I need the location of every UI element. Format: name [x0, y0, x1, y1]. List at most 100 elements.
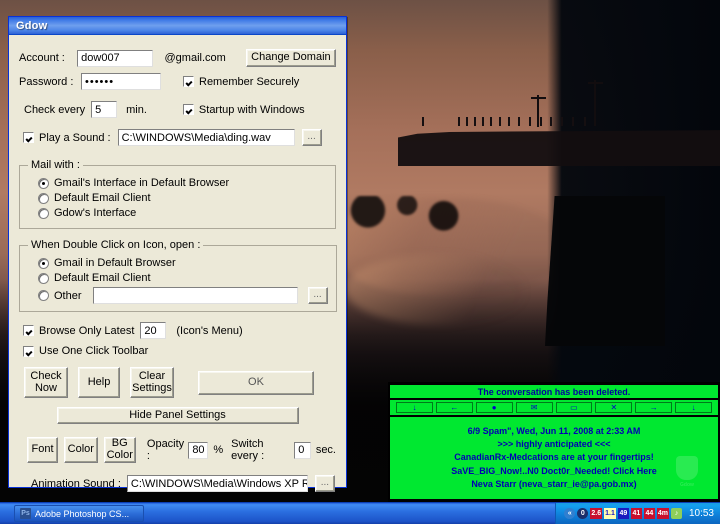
right-arrow-icon[interactable]: →	[635, 402, 672, 413]
tray-badge-5[interactable]: 44	[644, 508, 655, 519]
dialog-body: Account : dow007 @gmail.com Change Domai…	[9, 35, 346, 488]
radio-indicator[interactable]	[38, 258, 49, 269]
tray-badge-1[interactable]: 2.6	[590, 508, 602, 519]
windows-taskbar[interactable]: Ps Adobe Photoshop CS... « 0 2.6 1.1 49 …	[0, 502, 720, 524]
option-label: Gmail's Interface in Default Browser	[54, 177, 229, 189]
tray-badge-4[interactable]: 41	[631, 508, 642, 519]
browse-latest-label: Browse Only Latest	[39, 325, 134, 337]
password-input[interactable]: ••••••	[81, 73, 161, 90]
down-arrow-icon-2[interactable]: ↓	[675, 402, 712, 413]
switch-every-sec: sec.	[316, 444, 336, 456]
font-button[interactable]: Font	[27, 437, 58, 463]
remember-securely-label: Remember Securely	[199, 76, 299, 88]
taskbar-button-photoshop[interactable]: Ps Adobe Photoshop CS...	[14, 505, 144, 522]
photoshop-icon: Ps	[20, 508, 31, 519]
radio-gdow-interface[interactable]: Gdow's Interface	[38, 207, 327, 219]
clear-settings-button[interactable]: Clear Settings	[130, 367, 174, 398]
radio-other[interactable]: Other ...	[38, 287, 328, 304]
desktop-screen: Gdow Account : dow007 @gmail.com Change …	[0, 0, 720, 524]
network-icon[interactable]: «	[564, 508, 575, 519]
down-arrow-icon[interactable]: ↓	[396, 402, 433, 413]
pier-silhouette	[398, 120, 720, 166]
startup-with-windows-checkbox[interactable]	[183, 104, 194, 115]
panel-toolbar[interactable]: ↓ ← ● ✉ ▭ ✕ → ↓	[390, 400, 718, 415]
utility-pole-1	[537, 95, 539, 127]
one-click-toolbar-checkbox[interactable]	[23, 346, 34, 357]
system-tray[interactable]: « 0 2.6 1.1 49 41 44 4m ♪ 10:53	[555, 503, 720, 524]
play-sound-row: Play a Sound : C:\WINDOWS\Media\ding.wav…	[19, 129, 336, 146]
hide-panel-settings-button[interactable]: Hide Panel Settings	[57, 407, 299, 424]
rocks	[340, 196, 480, 232]
animation-sound-browse-button[interactable]: ...	[315, 475, 335, 492]
shield-icon	[676, 456, 698, 480]
play-sound-path-input[interactable]: C:\WINDOWS\Media\ding.wav	[118, 129, 295, 146]
bg-color-line2: Color	[107, 450, 133, 462]
tray-badge-2[interactable]: 1.1	[604, 508, 616, 519]
window-titlebar[interactable]: Gdow	[9, 17, 346, 35]
envelope-icon[interactable]: ✉	[516, 402, 553, 413]
browse-latest-input[interactable]: 20	[140, 322, 166, 339]
radio-indicator[interactable]	[38, 178, 49, 189]
check-every-label: Check every	[24, 104, 85, 116]
radio-indicator[interactable]	[38, 208, 49, 219]
left-arrow-icon[interactable]: ←	[436, 402, 473, 413]
option-label: Other	[54, 290, 82, 302]
radio-gmail-interface-browser[interactable]: Gmail's Interface in Default Browser	[38, 177, 327, 189]
radio-indicator[interactable]	[38, 290, 49, 301]
play-sound-browse-button[interactable]: ...	[302, 129, 322, 146]
clear-settings-line1: Clear	[139, 371, 165, 383]
gdow-window[interactable]: Gdow Account : dow007 @gmail.com Change …	[8, 16, 347, 488]
dashes-icon[interactable]: ▭	[556, 402, 593, 413]
one-click-toolbar-label: Use One Click Toolbar	[39, 345, 148, 357]
other-path-input[interactable]	[93, 287, 298, 304]
option-label: Gdow's Interface	[54, 207, 136, 219]
check-now-line1: Check	[30, 371, 61, 383]
tray-badge-3[interactable]: 49	[618, 508, 629, 519]
radio-indicator[interactable]	[38, 273, 49, 284]
radio-default-email-client-mailwith[interactable]: Default Email Client	[38, 192, 327, 204]
gdow-notification-panel[interactable]: The conversation has been deleted. ↓ ← ●…	[388, 382, 720, 502]
utility-pole-2	[594, 80, 596, 126]
switch-every-label: Switch every :	[231, 438, 290, 462]
remember-securely-checkbox[interactable]	[183, 76, 194, 87]
gdow-watermark-logo: Gdow	[670, 453, 704, 493]
startup-with-windows-label: Startup with Windows	[199, 104, 305, 116]
taskbar-clock[interactable]: 10:53	[689, 508, 714, 519]
account-input[interactable]: dow007	[77, 50, 152, 67]
panel-settings-row: Font Color BG Color Opacity : 80 % Switc…	[19, 437, 336, 463]
play-sound-label: Play a Sound :	[39, 132, 111, 144]
animation-sound-input[interactable]: C:\WINDOWS\Media\Windows XP Rédui	[127, 475, 308, 492]
volume-icon[interactable]: ♪	[671, 508, 682, 519]
switch-every-input[interactable]: 0	[294, 442, 311, 459]
bg-color-button[interactable]: BG Color	[104, 437, 136, 463]
color-button[interactable]: Color	[64, 437, 98, 463]
radio-default-email-client-dblclick[interactable]: Default Email Client	[38, 272, 328, 284]
play-sound-checkbox[interactable]	[23, 132, 34, 143]
ok-button[interactable]: OK	[198, 371, 314, 395]
close-x-icon[interactable]: ✕	[595, 402, 632, 413]
conversation-status-text: The conversation has been deleted.	[390, 385, 718, 398]
message-preview[interactable]: 6/9 Spam", Wed, Jun 11, 2008 at 2:33 AM …	[390, 417, 718, 499]
animation-sound-row: Animation Sound : C:\WINDOWS\Media\Windo…	[19, 475, 336, 492]
mail-with-group: Mail with : Gmail's Interface in Default…	[19, 159, 336, 229]
check-every-input[interactable]: 5	[91, 101, 117, 118]
message-line-4: SaVE_BIG_Now!..N0 Doct0r_Needed! Click H…	[451, 465, 657, 478]
shield-icon[interactable]: 0	[577, 508, 588, 519]
opacity-percent: %	[213, 444, 223, 456]
radio-indicator[interactable]	[38, 193, 49, 204]
animation-sound-label: Animation Sound :	[31, 478, 121, 490]
browse-latest-suffix: (Icon's Menu)	[176, 325, 242, 337]
watermark-text: Gdow	[680, 482, 694, 489]
check-now-button[interactable]: Check Now	[24, 367, 68, 398]
window-title: Gdow	[13, 20, 47, 32]
change-domain-button[interactable]: Change Domain	[246, 49, 336, 67]
radio-gmail-in-default-browser[interactable]: Gmail in Default Browser	[38, 257, 328, 269]
check-every-row: Check every 5 min. Startup with Windows	[19, 101, 336, 118]
other-browse-button[interactable]: ...	[308, 287, 328, 304]
browse-latest-checkbox[interactable]	[23, 325, 34, 336]
tray-badge-6[interactable]: 4m	[657, 508, 669, 519]
taskbar-button-label: Adobe Photoshop CS...	[35, 509, 129, 519]
dot-icon[interactable]: ●	[476, 402, 513, 413]
opacity-input[interactable]: 80	[188, 442, 208, 459]
help-button[interactable]: Help	[78, 367, 120, 398]
